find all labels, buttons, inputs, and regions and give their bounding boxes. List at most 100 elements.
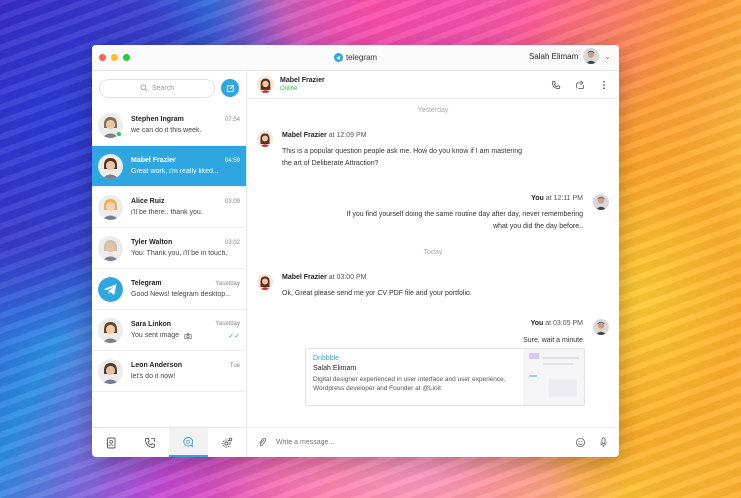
chat-list-item[interactable]: Alice Ruiz 03:09 i'll be there.. thank you… [92, 187, 246, 228]
contact-status: Online [280, 86, 298, 92]
contacts-tab[interactable] [92, 428, 131, 457]
message-text: Ok, Great please send me yor CV PDF file… [282, 290, 472, 297]
date-separator: Today [423, 249, 443, 256]
search-placeholder: Search [151, 84, 175, 92]
contact-avatar [98, 153, 123, 179]
contact-avatar [98, 317, 123, 343]
calls-tab[interactable] [131, 428, 170, 457]
app-title-label: telegram [345, 53, 378, 62]
camera-icon [184, 332, 192, 339]
contact-avatar[interactable] [257, 76, 274, 93]
chat-preview: we can do it this week. [131, 127, 202, 134]
chat-time: Yasetday [215, 280, 240, 287]
chat-search-icon [183, 436, 194, 448]
chats-tab[interactable] [169, 428, 208, 457]
new-message-button[interactable] [221, 79, 239, 97]
contact-avatar [98, 235, 123, 261]
chat-name: Telegram [131, 280, 162, 287]
chat-preview: You sent image [131, 332, 179, 339]
microphone-icon[interactable] [598, 437, 609, 448]
chat-time: Yasetday [215, 321, 240, 327]
chat-meta: Telegram Yasetday Good News! telegram desk… [131, 280, 240, 298]
link-description: Digital designer experienced in user int… [313, 376, 506, 392]
chat-preview: You: Thank you, i'll be in touch. [131, 250, 228, 257]
message-avatar [593, 319, 609, 335]
chevron-down-icon[interactable]: ⌄ [604, 52, 611, 61]
bottom-nav [92, 427, 246, 457]
phone-call-icon[interactable] [551, 80, 561, 90]
chat-list-item[interactable]: Leon Anderson Tue let's do it now! [92, 351, 246, 392]
message-sender: Mabel Frazier [282, 132, 327, 139]
chat-preview: Great work, i'm really liked... [131, 168, 219, 175]
message-time: at 03:00 PM [328, 274, 367, 281]
telegram-window: telegram Salah Elimam ⌄ Search Stephen I… [92, 45, 619, 457]
contact-name: Mabel Frazier [280, 77, 325, 84]
message-text: If you find yourself doing the same rout… [346, 211, 583, 218]
composer-actions [575, 437, 609, 448]
telegram-avatar [98, 276, 123, 302]
title-bar: telegram Salah Elimam ⌄ [92, 45, 619, 71]
link-preview-card[interactable]: Dribbble Salah Elimam Digital designer e… [305, 348, 585, 406]
contact-avatar [98, 358, 123, 384]
date-separator: Yesterday [417, 107, 449, 114]
message-avatar [593, 194, 609, 210]
emoji-icon[interactable] [575, 437, 586, 448]
chat-meta: Mabel Frazier 04:59 Great work, i'm really… [131, 157, 240, 175]
message-time: at 12:11 PM [545, 195, 583, 202]
message-text: This is a popular question people ask me… [282, 148, 523, 155]
message-header: Mabel Frazier at 03:00 PM [282, 272, 366, 284]
message-input[interactable] [276, 439, 567, 446]
contacts-icon [106, 437, 116, 448]
contact-avatar [98, 194, 123, 220]
chat-preview: Good News! telegram desktop... [131, 291, 231, 298]
settings-tab[interactable] [208, 428, 247, 457]
chat-time: Tue [229, 362, 240, 369]
chat-sidebar: Search Stephen Ingram 07:54 we can do it t… [92, 71, 247, 457]
header-actions [551, 80, 609, 90]
message-text: Sure. wait a minute [523, 337, 583, 344]
chat-time: 03:02 [224, 239, 240, 246]
search-icon [140, 84, 148, 92]
chat-name: Stephen Ingram [131, 116, 184, 123]
more-options-icon[interactable] [599, 80, 609, 90]
message-sender: You [531, 195, 544, 202]
chat-list-item[interactable]: Tyler Walton 03:02 You: Thank you, i'll be… [92, 228, 246, 269]
message-text: the art of Deliberate Attraction? [282, 160, 379, 167]
conversation-header: Mabel Frazier Online [247, 71, 619, 99]
message-time: at 12:09 PM [328, 132, 367, 139]
read-checkmark-icon: ✓✓ [228, 332, 240, 340]
chat-meta: Tyler Walton 03:02 You: Thank you, i'll be… [131, 239, 240, 257]
gear-icon [222, 437, 232, 448]
chat-meta: Sara Linkon Yasetday You sent image ✓✓ [131, 321, 240, 340]
search-input[interactable]: Search [99, 78, 215, 98]
message-sender: Mabel Frazier [282, 274, 327, 281]
chat-list-item[interactable]: Mabel Frazier 04:59 Great work, i'm really… [92, 146, 246, 187]
message-list: Yesterday Mabel Frazier at 12:09 PM This… [247, 99, 619, 427]
user-avatar [583, 48, 600, 64]
compose-icon [226, 84, 234, 92]
chat-name: Leon Anderson [131, 362, 183, 369]
chat-time: 04:59 [224, 157, 240, 164]
message-text: what you did the day before.. [493, 223, 583, 230]
chat-name: Mabel Frazier [131, 157, 176, 164]
chat-list-item[interactable]: Telegram Yasetday Good News! telegram desk… [92, 269, 246, 310]
chat-name: Alice Ruiz [131, 198, 165, 205]
telegram-logo-icon [333, 53, 343, 62]
user-menu[interactable]: Salah Elimam ⌄ [529, 48, 611, 64]
chat-list-item[interactable]: Sara Linkon Yasetday You sent image ✓✓ [92, 310, 246, 351]
message-header: Mabel Frazier at 12:09 PM [282, 130, 366, 142]
chat-meta: Stephen Ingram 07:54 we can do it this wee… [131, 116, 240, 134]
search-row: Search [92, 71, 246, 105]
chat-name: Sara Linkon [131, 320, 172, 328]
chat-meta: Leon Anderson Tue let's do it now! [131, 362, 240, 380]
online-indicator [116, 131, 122, 137]
share-icon[interactable] [575, 80, 585, 90]
link-thumbnail [524, 349, 584, 405]
message-header: You at 12:11 PM [531, 193, 583, 205]
chat-list-item[interactable]: Stephen Ingram 07:54 we can do it this wee… [92, 105, 246, 146]
message-header: You at 03:05 PM [531, 318, 583, 330]
message-avatar [257, 131, 273, 147]
attach-icon[interactable] [257, 437, 268, 448]
message-avatar [257, 274, 273, 290]
message-sender: You [530, 320, 544, 327]
